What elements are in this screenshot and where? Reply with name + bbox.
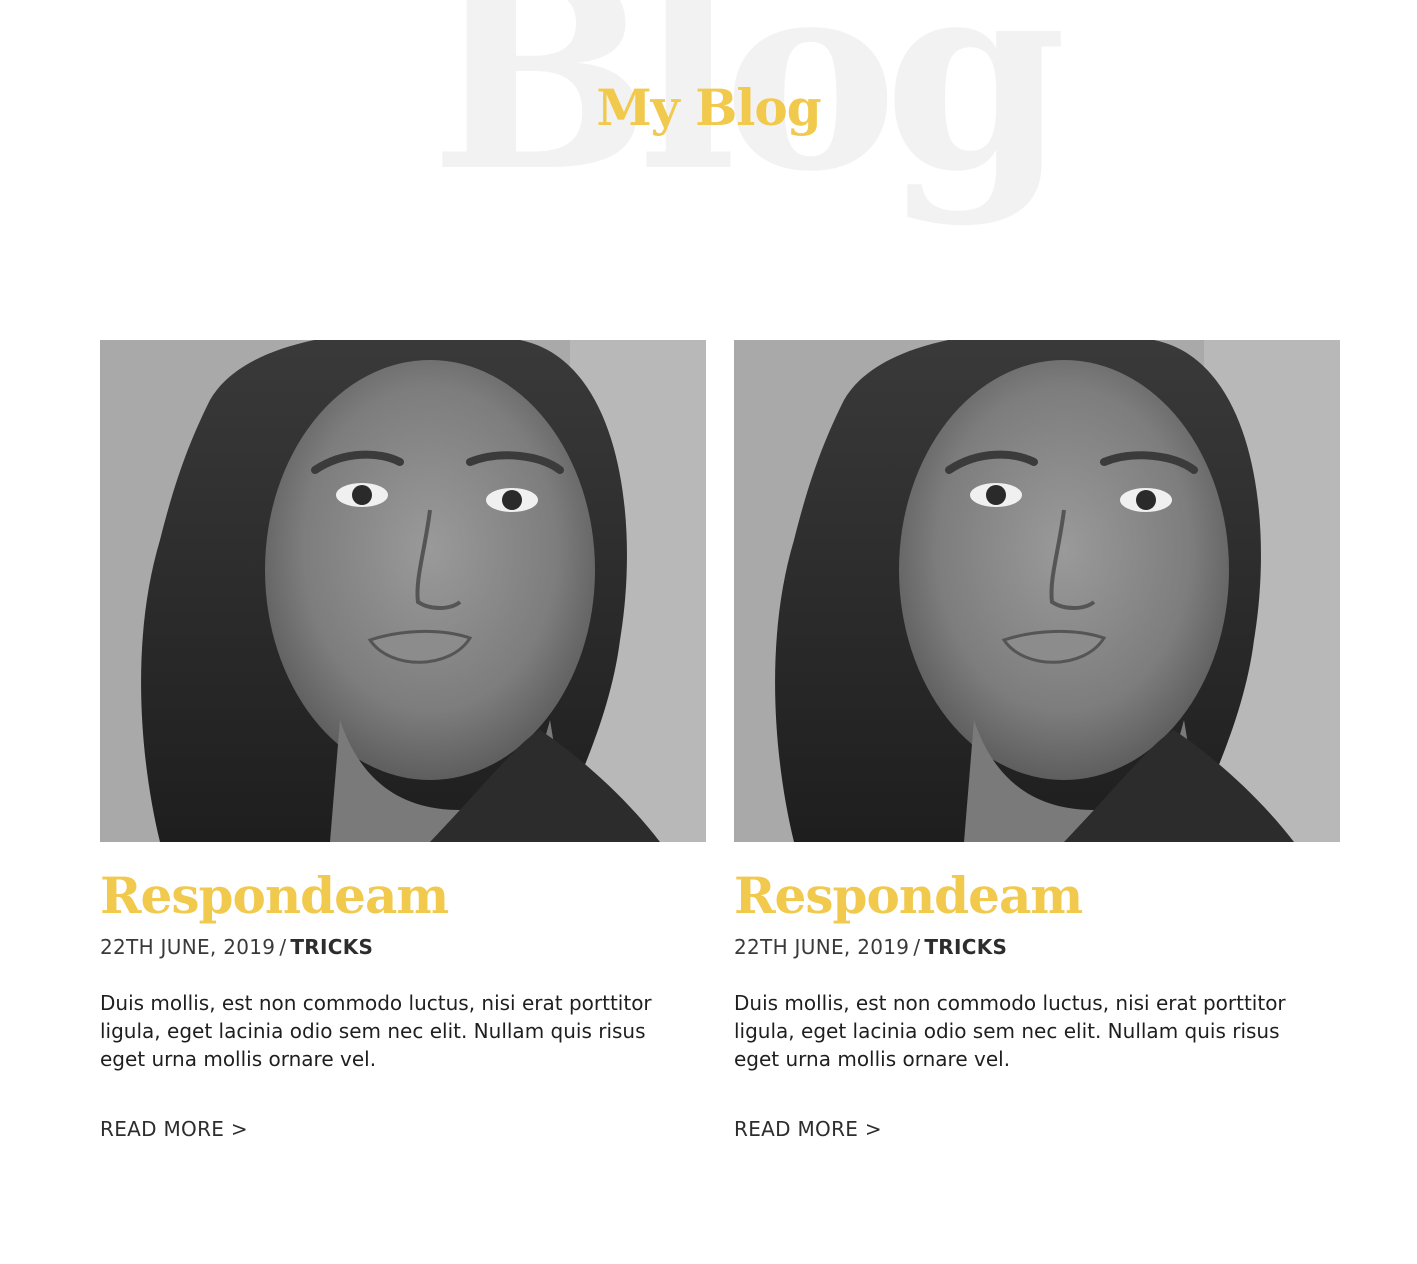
post-date: 22TH JUNE, 2019 [100,935,276,959]
posts-grid: Respondeam 22TH JUNE, 2019/TRICKS Duis m… [100,340,1340,1141]
post-image[interactable] [100,340,706,842]
post-meta: 22TH JUNE, 2019/TRICKS [734,935,1340,959]
read-more-link[interactable]: READ MORE > [734,1117,882,1141]
post-meta: 22TH JUNE, 2019/TRICKS [100,935,706,959]
blog-section-header: Blog My Blog [0,0,1417,300]
section-title: My Blog [596,78,821,137]
read-more-link[interactable]: READ MORE > [100,1117,248,1141]
portrait-photo [734,340,1340,842]
post-title[interactable]: Respondeam [734,868,1340,923]
post-image[interactable] [734,340,1340,842]
post-title[interactable]: Respondeam [100,868,706,923]
post-excerpt: Duis mollis, est non commodo luctus, nis… [100,991,652,1071]
blog-post-card: Respondeam 22TH JUNE, 2019/TRICKS Duis m… [100,340,706,1141]
post-date: 22TH JUNE, 2019 [734,935,910,959]
meta-separator: / [913,935,921,959]
post-category[interactable]: TRICKS [924,935,1007,959]
meta-separator: / [279,935,287,959]
post-category[interactable]: TRICKS [290,935,373,959]
blog-post-card: Respondeam 22TH JUNE, 2019/TRICKS Duis m… [734,340,1340,1141]
post-excerpt: Duis mollis, est non commodo luctus, nis… [734,991,1286,1071]
portrait-photo [100,340,706,842]
